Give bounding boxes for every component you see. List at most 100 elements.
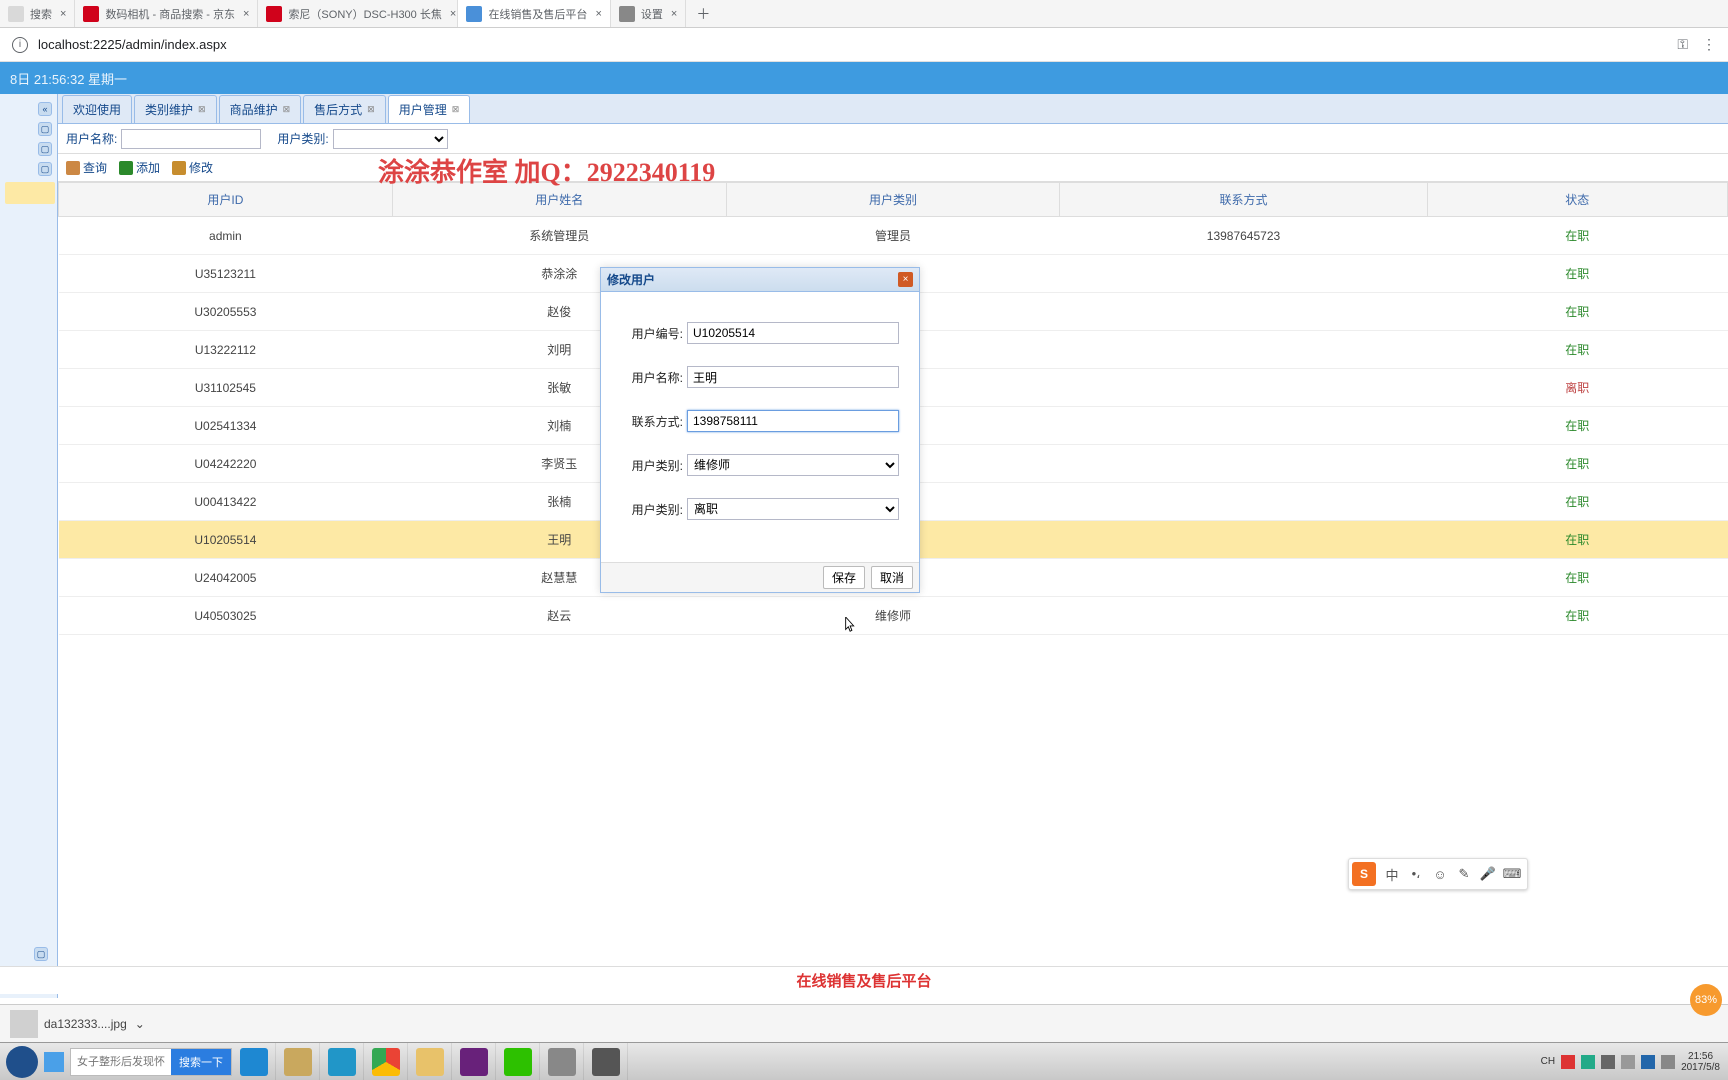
tab-label: 欢迎使用 <box>73 101 121 118</box>
search-button[interactable]: 查询 <box>66 159 107 176</box>
toolbar: 查询 添加 修改 涂涂恭作室 加Q：2922340119 <box>58 154 1728 182</box>
key-icon[interactable]: ⚿ <box>1677 36 1688 53</box>
browser-tab[interactable]: 数码相机 - 商品搜索 - 京东 × <box>75 0 258 27</box>
col-contact[interactable]: 联系方式 <box>1060 183 1427 217</box>
tab-welcome[interactable]: 欢迎使用 <box>62 95 132 123</box>
table-row[interactable]: admin系统管理员管理员13987645723在职 <box>59 217 1728 255</box>
collapse-item-icon[interactable]: ▢ <box>34 947 48 961</box>
filter-name-input[interactable] <box>121 129 261 149</box>
tab-aftersale[interactable]: 售后方式⊠ <box>303 95 386 123</box>
tray-icon[interactable] <box>1601 1055 1615 1069</box>
task-edge[interactable] <box>232 1043 276 1080</box>
collapse-left-icon[interactable]: « <box>38 102 52 116</box>
col-id[interactable]: 用户ID <box>59 183 393 217</box>
tray-icon[interactable] <box>1621 1055 1635 1069</box>
tray-lang[interactable]: CH <box>1541 1056 1555 1067</box>
ime-keyboard-icon[interactable]: ⌨ <box>1502 864 1522 884</box>
datetime-text: 8日 21:56:32 星期一 <box>10 69 127 88</box>
ime-brand-icon[interactable]: S <box>1352 862 1376 886</box>
task-app5[interactable] <box>320 1043 364 1080</box>
chevron-down-icon[interactable]: ⌄ <box>135 1017 145 1031</box>
browser-tab[interactable]: 设置 × <box>611 0 686 27</box>
close-icon[interactable]: × <box>450 8 456 20</box>
dialog-header[interactable]: 修改用户 × <box>601 268 919 292</box>
add-icon <box>119 161 133 175</box>
ime-lang[interactable]: 中 <box>1382 864 1402 884</box>
tab-category[interactable]: 类别维护 ⊠ <box>134 95 217 123</box>
taskbar-search[interactable]: 搜索一下 <box>70 1048 232 1076</box>
col-status[interactable]: 状态 <box>1427 183 1727 217</box>
taskbar-search-input[interactable] <box>71 1049 171 1075</box>
save-button[interactable]: 保存 <box>823 566 865 589</box>
col-type[interactable]: 用户类别 <box>726 183 1060 217</box>
new-tab-button[interactable]: ＋ <box>686 4 720 24</box>
close-icon[interactable]: × <box>60 8 66 20</box>
user-id-label: 用户编号: <box>621 325 683 342</box>
collapse-item-icon[interactable]: ▢ <box>38 142 52 156</box>
task-vs[interactable] <box>452 1043 496 1080</box>
add-button[interactable]: 添加 <box>119 159 160 176</box>
volume-icon[interactable] <box>1661 1055 1675 1069</box>
start-button[interactable] <box>6 1046 38 1078</box>
table-row[interactable]: U40503025赵云维修师在职 <box>59 597 1728 635</box>
close-icon[interactable]: ⊠ <box>367 104 375 115</box>
close-icon[interactable]: ⊠ <box>283 104 291 115</box>
user-name-input[interactable] <box>687 366 899 388</box>
download-item[interactable]: da132333....jpg ⌄ <box>10 1010 145 1038</box>
user-type-select[interactable]: 维修师 <box>687 454 899 476</box>
close-icon[interactable]: × <box>671 8 677 20</box>
task-chrome[interactable] <box>364 1043 408 1080</box>
filter-type-select[interactable] <box>333 129 448 149</box>
site-info-icon[interactable]: i <box>12 37 28 53</box>
tray-icon[interactable] <box>1641 1055 1655 1069</box>
close-icon[interactable]: × <box>898 272 913 287</box>
browser-tab[interactable]: 索尼（SONY）DSC-H300 长焦 × <box>258 0 458 27</box>
tray-icon[interactable] <box>1581 1055 1595 1069</box>
close-icon[interactable]: ⊠ <box>198 104 206 115</box>
tray-time[interactable]: 21:56 <box>1681 1051 1720 1062</box>
sidebar-item-selected[interactable] <box>5 182 55 204</box>
table-cell: U04242220 <box>59 445 393 483</box>
task-explorer[interactable] <box>408 1043 452 1080</box>
user-type-label: 用户类别: <box>621 457 683 474</box>
close-icon[interactable]: ⊠ <box>452 104 460 115</box>
tray-date[interactable]: 2017/5/8 <box>1681 1062 1720 1073</box>
edit-button[interactable]: 修改 <box>172 159 213 176</box>
contact-input[interactable] <box>687 410 899 432</box>
ime-emoji-icon[interactable]: ☺ <box>1430 864 1450 884</box>
close-icon[interactable]: × <box>595 8 601 20</box>
user-id-input[interactable] <box>687 322 899 344</box>
user-status-select[interactable]: 离职 <box>687 498 899 520</box>
url-text[interactable]: localhost:2225/admin/index.aspx <box>38 37 1677 52</box>
dialog-title: 修改用户 <box>607 271 898 288</box>
quality-badge[interactable]: 83% <box>1690 984 1722 1016</box>
menu-icon[interactable]: ⋮ <box>1702 36 1716 53</box>
close-icon[interactable]: × <box>243 8 249 20</box>
file-icon <box>10 1010 38 1038</box>
ime-punct-icon[interactable]: •، <box>1406 864 1426 884</box>
task-misc2[interactable] <box>584 1043 628 1080</box>
tab-label: 类别维护 <box>145 101 193 118</box>
ie-icon[interactable] <box>44 1052 64 1072</box>
task-misc1[interactable] <box>540 1043 584 1080</box>
tab-product[interactable]: 商品维护⊠ <box>219 95 302 123</box>
task-wechat[interactable] <box>496 1043 540 1080</box>
ime-toolbar[interactable]: S 中 •، ☺ ✎ 🎤 ⌨ <box>1348 858 1528 890</box>
gear-icon <box>619 6 635 22</box>
collapse-item-icon[interactable]: ▢ <box>38 162 52 176</box>
ime-edit-icon[interactable]: ✎ <box>1454 864 1474 884</box>
tray-icon[interactable] <box>1561 1055 1575 1069</box>
dialog-footer: 保存 取消 <box>601 562 919 592</box>
ime-mic-icon[interactable]: 🎤 <box>1478 864 1498 884</box>
taskbar-search-button[interactable]: 搜索一下 <box>171 1049 231 1075</box>
collapse-item-icon[interactable]: ▢ <box>38 122 52 136</box>
tab-users[interactable]: 用户管理⊠ <box>388 95 471 123</box>
browser-tab-active[interactable]: 在线销售及售后平台 × <box>458 0 610 27</box>
system-tray[interactable]: CH 21:56 2017/5/8 <box>1533 1051 1728 1073</box>
cancel-button[interactable]: 取消 <box>871 566 913 589</box>
browser-tab[interactable]: 搜索 × <box>0 0 75 27</box>
datetime-banner: 8日 21:56:32 星期一 <box>0 62 1728 94</box>
task-db[interactable] <box>276 1043 320 1080</box>
browser-tab-strip: 搜索 × 数码相机 - 商品搜索 - 京东 × 索尼（SONY）DSC-H300… <box>0 0 1728 28</box>
filter-name-label: 用户名称: <box>66 130 117 147</box>
